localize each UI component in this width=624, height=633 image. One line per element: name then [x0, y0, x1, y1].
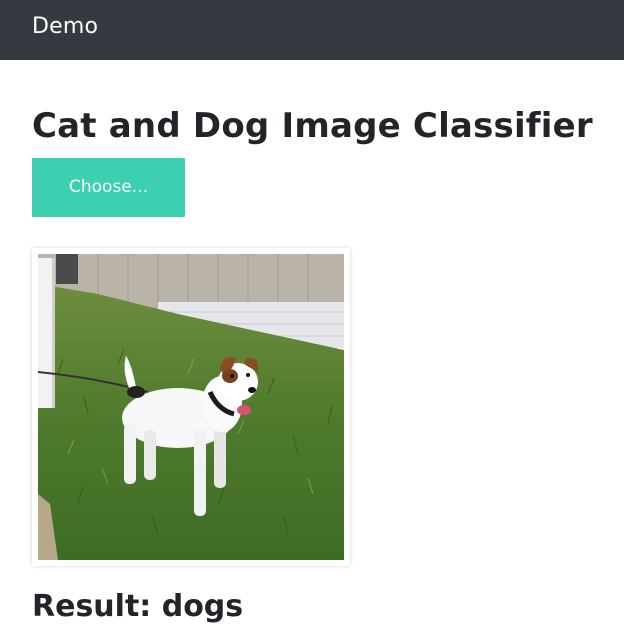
result-text: Result: dogs: [32, 589, 244, 624]
navbar-brand[interactable]: Demo: [32, 13, 98, 41]
choose-file-button[interactable]: Choose...: [32, 158, 185, 217]
page-title: Cat and Dog Image Classifier: [32, 106, 593, 146]
navbar: Demo: [0, 0, 624, 60]
dog-photo: [38, 254, 344, 560]
image-preview: [32, 248, 350, 566]
